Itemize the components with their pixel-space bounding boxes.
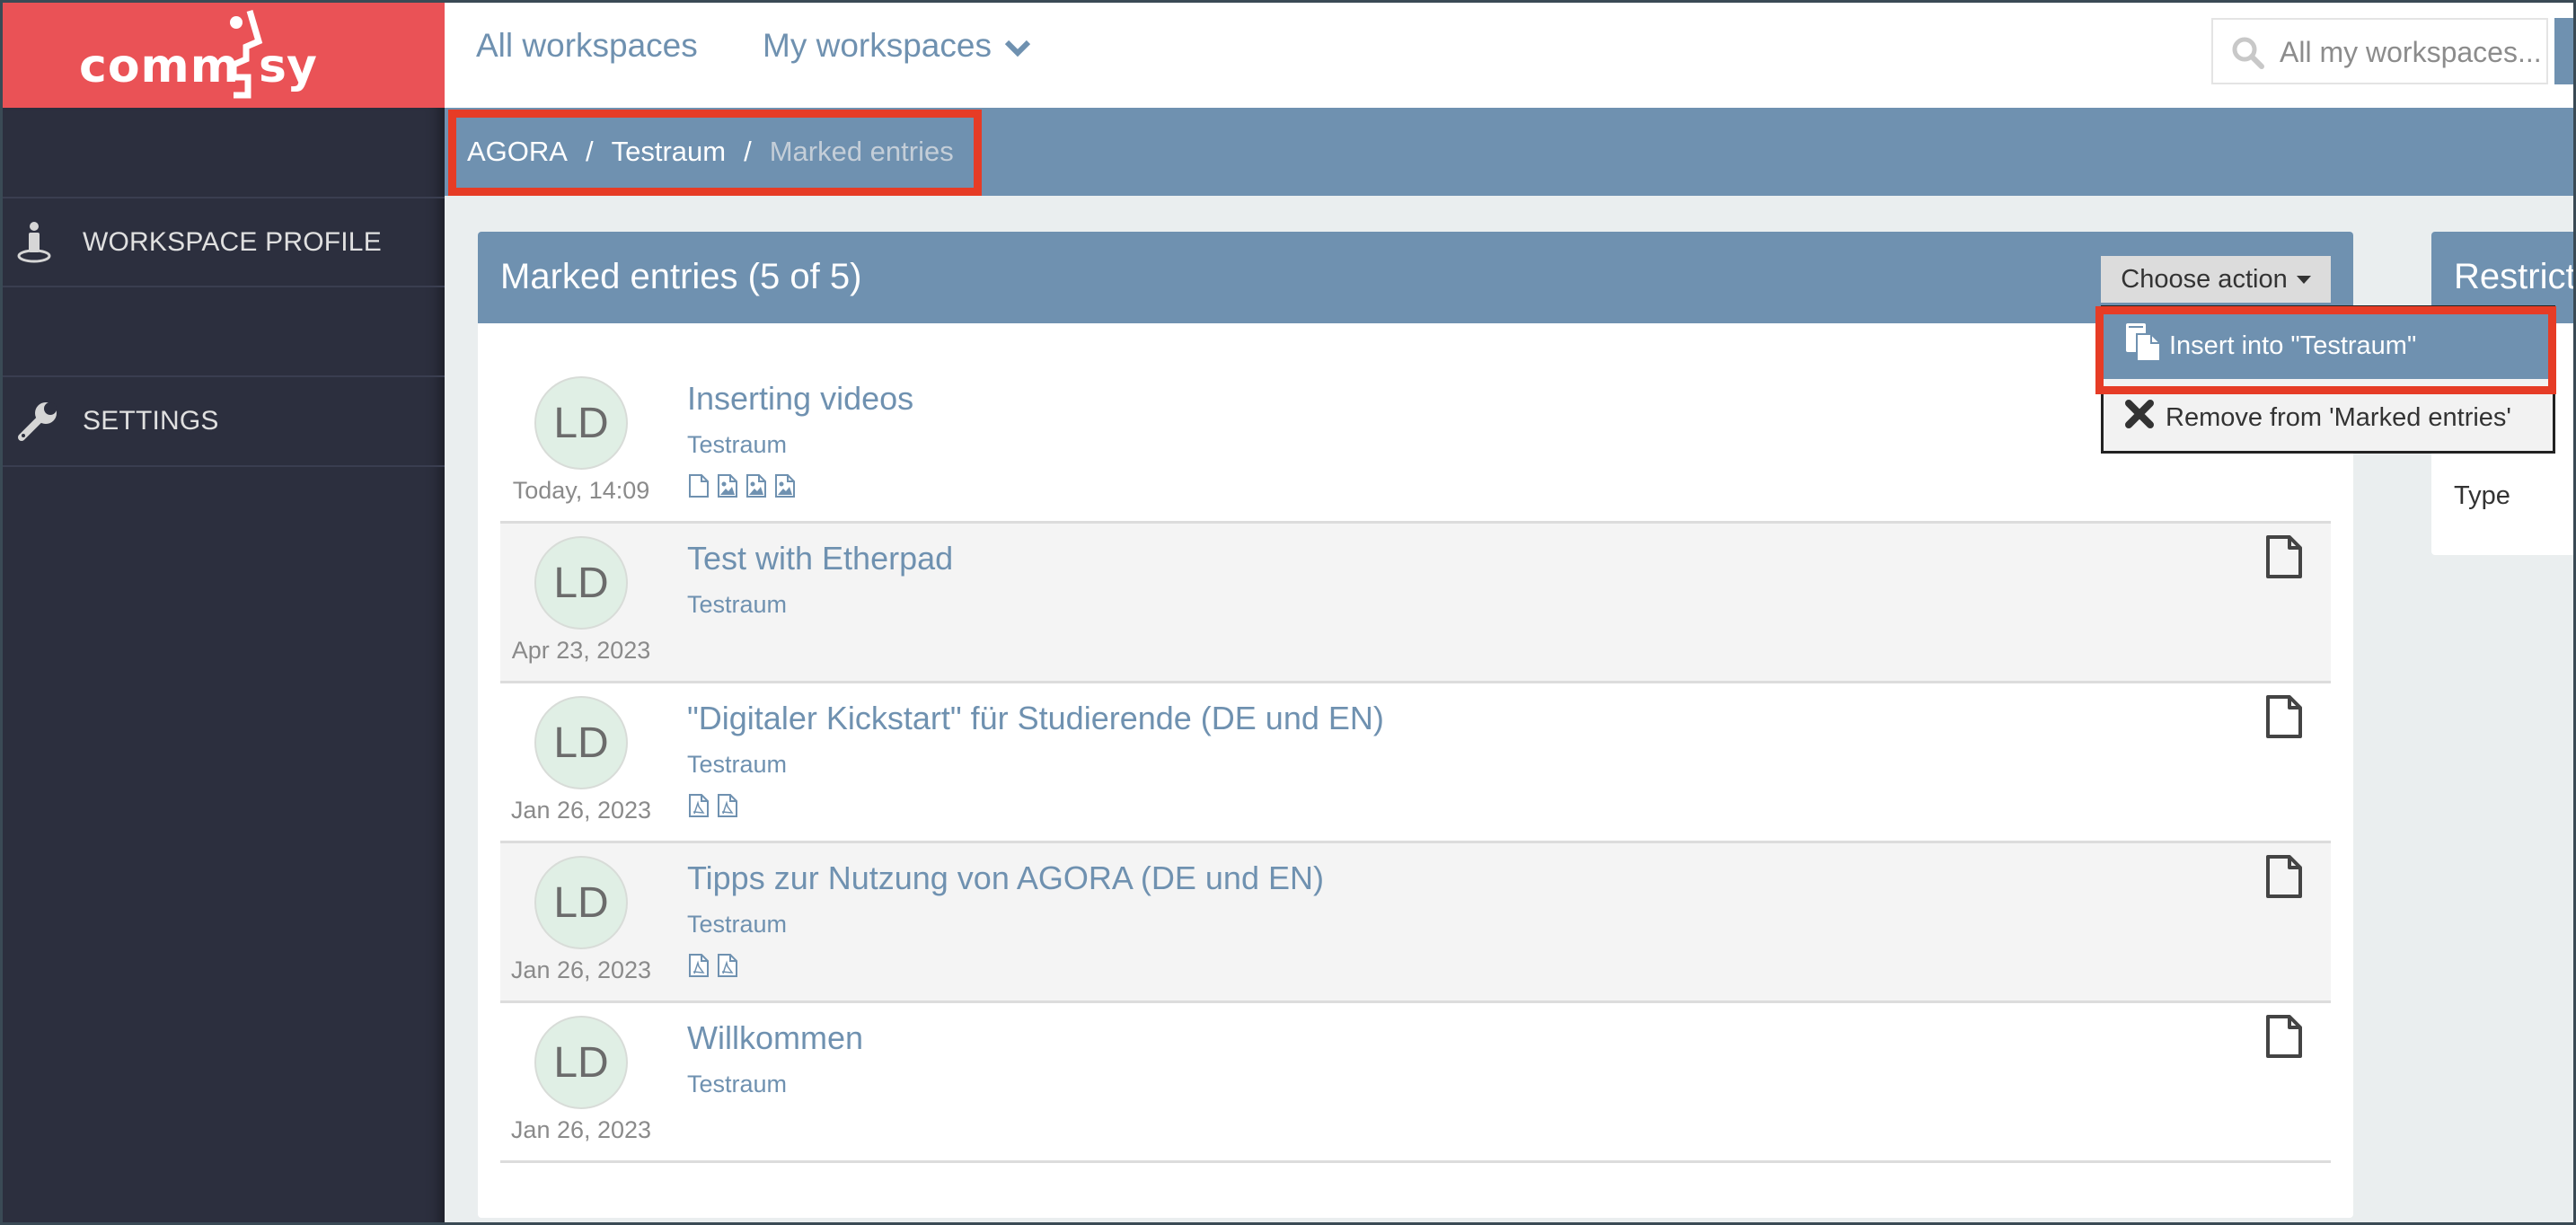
search-submit-button[interactable] [2554, 18, 2576, 84]
image-file-icon[interactable] [773, 473, 797, 498]
commsy-logo[interactable]: comm sy [0, 0, 445, 108]
nav-all-workspaces[interactable]: All workspaces [476, 27, 698, 65]
card-title: Marked entries (5 of 5) [500, 257, 862, 296]
entry-title-link[interactable]: Test with Etherpad [687, 540, 953, 577]
breadcrumb-testraum[interactable]: Testraum [612, 136, 726, 168]
action-dropdown-menu: Insert into "Testraum" Remove from 'Mark… [2101, 305, 2555, 454]
breadcrumb: AGORA / Testraum / Marked entries [467, 136, 954, 168]
copy-icon [2124, 322, 2164, 370]
document-icon [2264, 854, 2304, 899]
avatar[interactable]: LD [534, 696, 628, 789]
entry-date: Jan 26, 2023 [510, 797, 652, 824]
entry-room-link[interactable]: Testraum [687, 1071, 787, 1098]
entry-room-link[interactable]: Testraum [687, 591, 787, 619]
choose-action-label: Choose action [2121, 264, 2288, 294]
file-icon[interactable] [687, 473, 710, 498]
entry-row[interactable]: LD Apr 23, 2023 Test with Etherpad Testr… [500, 524, 2331, 683]
entry-room-link[interactable]: Testraum [687, 431, 787, 459]
entry-date: Today, 14:09 [512, 477, 650, 504]
pdf-file-icon[interactable] [687, 793, 710, 818]
entry-room-link[interactable]: Testraum [687, 911, 787, 939]
pdf-file-icon[interactable] [716, 953, 739, 978]
image-file-icon[interactable] [716, 473, 739, 498]
avatar[interactable]: LD [534, 536, 628, 630]
entry-attachments [687, 473, 797, 498]
entry-row[interactable]: LD Jan 26, 2023 Tipps zur Nutzung von AG… [500, 843, 2331, 1003]
person-location-icon [16, 221, 56, 264]
sidebar-divider [0, 286, 445, 287]
menu-item-label: Insert into "Testraum" [2169, 330, 2417, 360]
entry-row[interactable]: LD Jan 26, 2023 "Digitaler Kickstart" fü… [500, 683, 2331, 843]
entry-title-link[interactable]: "Digitaler Kickstart" für Studierende (D… [687, 700, 1384, 737]
svg-text:comm: comm [79, 40, 240, 93]
entry-attachments [687, 953, 739, 978]
breadcrumb-current: Marked entries [769, 136, 954, 167]
sidebar-divider [0, 465, 445, 467]
sidebar: WORKSPACE PROFILE SETTINGS [0, 108, 445, 1225]
restrict-panel-title: Restrict [2454, 257, 2576, 296]
entry-row[interactable]: LD Jan 26, 2023 Willkommen Testraum [500, 1003, 2331, 1163]
menu-item-remove-from-marked[interactable]: Remove from 'Marked entries' [2104, 382, 2553, 454]
entry-date: Jan 26, 2023 [510, 1116, 652, 1143]
entry-title-link[interactable]: Tipps zur Nutzung von AGORA (DE und EN) [687, 859, 1324, 897]
entry-title-link[interactable]: Willkommen [687, 1019, 863, 1057]
menu-item-label: Remove from 'Marked entries' [2166, 402, 2511, 432]
chevron-down-icon [1004, 29, 1031, 66]
avatar[interactable]: LD [534, 1016, 628, 1109]
breadcrumb-separator: / [744, 136, 752, 167]
type-filter-label[interactable]: Type [2454, 481, 2510, 511]
document-icon [2264, 534, 2304, 579]
nav-my-workspaces[interactable]: My workspaces [763, 27, 1031, 66]
sidebar-item-settings[interactable]: SETTINGS [0, 377, 445, 465]
entry-title-link[interactable]: Inserting videos [687, 380, 913, 418]
entry-row[interactable]: LD Today, 14:09 Inserting videos Testrau… [500, 364, 2331, 524]
sidebar-item-label: WORKSPACE PROFILE [83, 227, 382, 257]
nav-my-workspaces-label: My workspaces [763, 27, 992, 64]
commsy-logo-icon: comm sy [79, 10, 317, 99]
caret-down-icon [2296, 275, 2311, 284]
entry-date: Jan 26, 2023 [510, 956, 652, 983]
search-icon [2231, 36, 2265, 75]
avatar[interactable]: LD [534, 376, 628, 470]
svg-text:sy: sy [259, 40, 317, 93]
wrench-icon [16, 400, 57, 443]
avatar[interactable]: LD [534, 856, 628, 949]
marked-entries-card: Marked entries (5 of 5) Choose action LD… [478, 232, 2353, 1218]
pdf-file-icon[interactable] [687, 953, 710, 978]
close-icon [2124, 399, 2155, 436]
menu-item-insert-into-testraum[interactable]: Insert into "Testraum" [2104, 313, 2553, 379]
pdf-file-icon[interactable] [716, 793, 739, 818]
choose-action-button[interactable]: Choose action [2101, 256, 2331, 303]
image-file-icon[interactable] [745, 473, 768, 498]
breadcrumb-separator: / [585, 136, 594, 167]
search-input[interactable] [2280, 32, 2540, 72]
sidebar-item-label: SETTINGS [83, 406, 219, 436]
workspace-search[interactable] [2211, 18, 2548, 84]
entry-date: Apr 23, 2023 [511, 637, 651, 664]
entry-list: LD Today, 14:09 Inserting videos Testrau… [500, 364, 2331, 1163]
entry-room-link[interactable]: Testraum [687, 751, 787, 779]
card-header: Marked entries (5 of 5) Choose action [478, 232, 2353, 323]
entry-attachments [687, 793, 739, 818]
sidebar-item-workspace-profile[interactable]: WORKSPACE PROFILE [0, 198, 445, 286]
breadcrumb-agora[interactable]: AGORA [467, 136, 568, 168]
document-icon [2264, 694, 2304, 739]
document-icon [2264, 1014, 2304, 1059]
